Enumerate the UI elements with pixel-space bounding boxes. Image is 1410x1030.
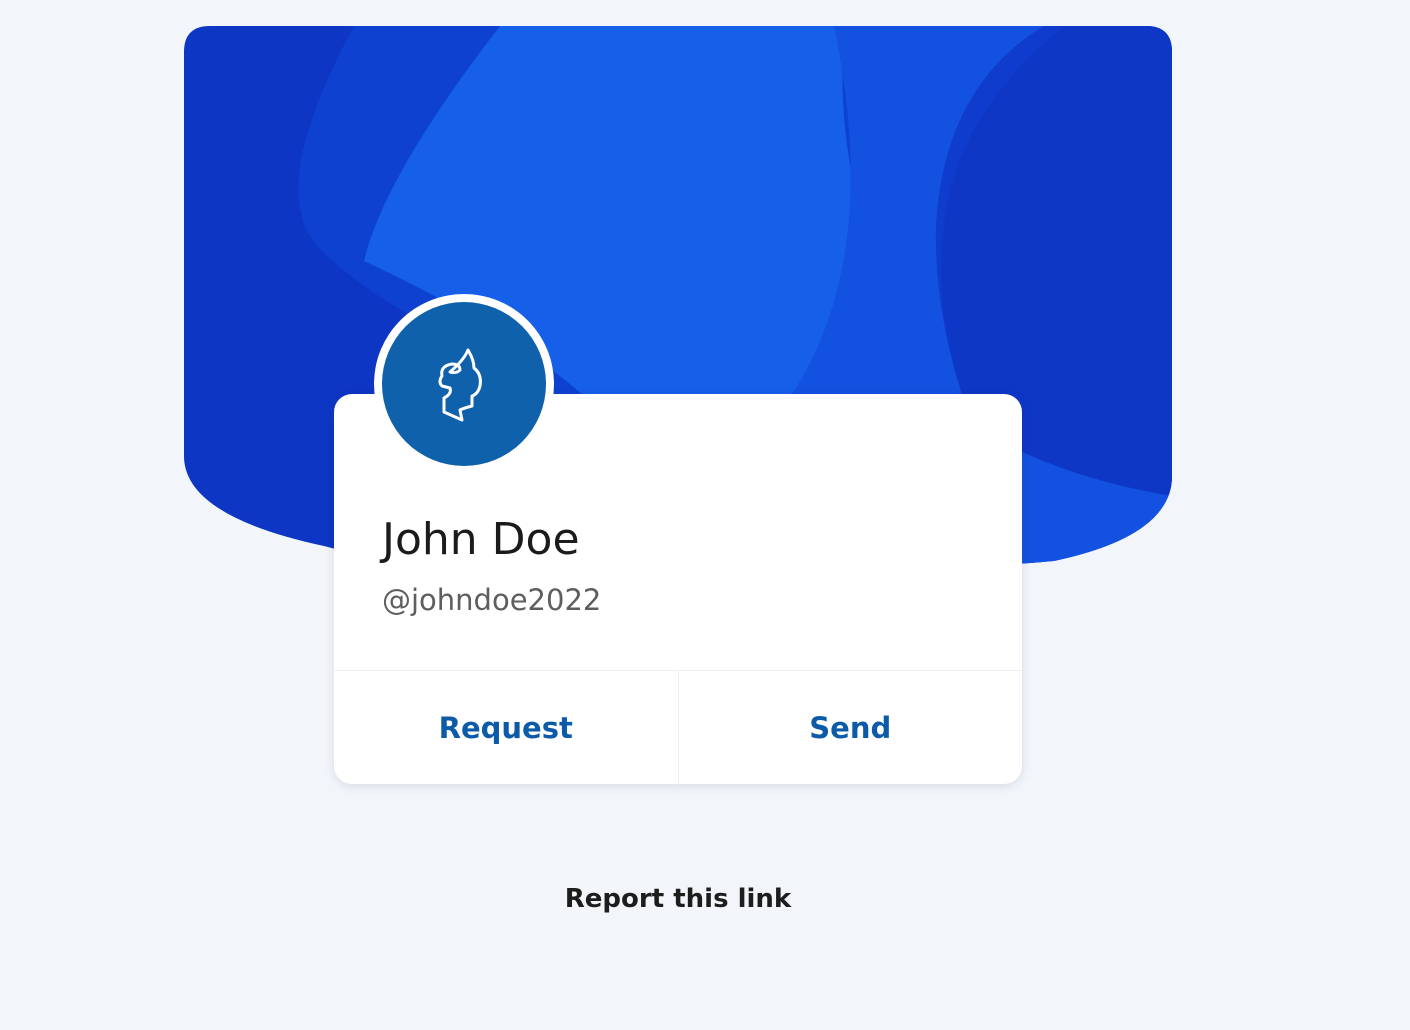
profile-head-icon [438, 348, 482, 422]
profile-page: John Doe @johndoe2022 Request Send Repor… [0, 0, 1410, 1030]
send-button[interactable]: Send [677, 671, 1023, 785]
profile-name: John Doe [382, 514, 580, 565]
profile-actions: Request Send [334, 670, 1022, 785]
report-link[interactable]: Report this link [0, 884, 1356, 914]
avatar-circle [382, 302, 546, 466]
avatar [374, 294, 554, 474]
request-button[interactable]: Request [334, 671, 678, 785]
profile-handle: @johndoe2022 [382, 583, 602, 617]
